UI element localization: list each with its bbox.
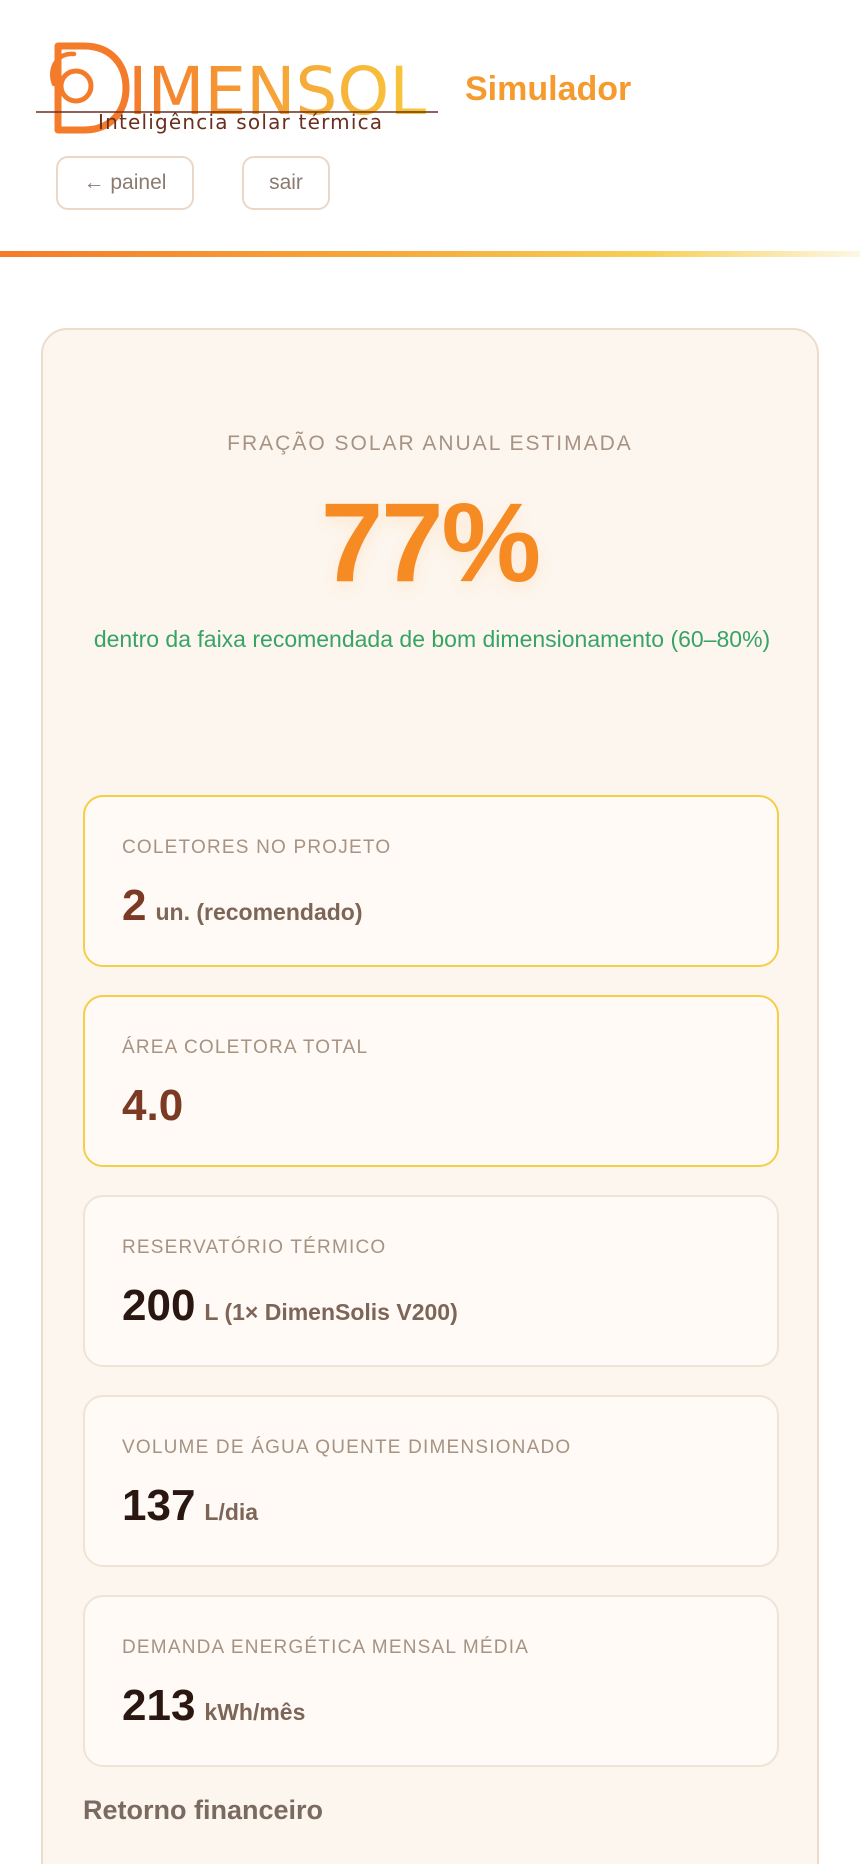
logout-button[interactable]: sair (242, 156, 330, 210)
metric-number: 137 (122, 1481, 196, 1530)
metric-value: 137 L/dia (122, 1481, 258, 1531)
metric-unit: kWh/mês (204, 1699, 306, 1725)
metric-number: 200 (122, 1281, 196, 1330)
simulation-result-card: FRAÇÃO SOLAR ANUAL ESTIMADA 77% dentro d… (41, 328, 819, 1864)
metric-value: 4.0 (122, 1081, 192, 1131)
solar-fraction-status: dentro da faixa recomendada de bom dimen… (93, 626, 771, 652)
metric-value: 213 kWh/mês (122, 1681, 305, 1731)
metric-unit: L (1× DimenSolis V200) (204, 1299, 458, 1325)
metric-number: 213 (122, 1681, 196, 1730)
solar-fraction-value: 77% (320, 480, 541, 605)
metric-card-hot-water-volume: VOLUME DE ÁGUA QUENTE DIMENSIONADO 137 L… (83, 1395, 779, 1567)
metric-label: ÁREA COLETORA TOTAL (122, 1037, 369, 1058)
metric-card-collector-area: ÁREA COLETORA TOTAL 4.0 (83, 995, 779, 1167)
header-accent-divider (0, 251, 860, 257)
metric-number: 2 (122, 881, 147, 930)
metric-unit: L/dia (204, 1499, 259, 1525)
metric-label: VOLUME DE ÁGUA QUENTE DIMENSIONADO (122, 1437, 572, 1458)
metric-value: 2 un. (recomendado) (122, 881, 363, 931)
metric-card-energy-demand: DEMANDA ENERGÉTICA MENSAL MÉDIA 213 kWh/… (83, 1595, 779, 1767)
back-to-panel-button[interactable]: ← painel (56, 156, 194, 210)
app-header: IMENSOL Inteligência solar térmica Simul… (0, 0, 860, 258)
metric-unit: un. (recomendado) (155, 899, 363, 925)
metric-label: COLETORES NO PROJETO (122, 837, 392, 858)
metric-value: 200 L (1× DimenSolis V200) (122, 1281, 458, 1331)
metric-label: DEMANDA ENERGÉTICA MENSAL MÉDIA (122, 1637, 530, 1658)
financial-return-heading: Retorno financeiro (83, 1795, 324, 1825)
metric-card-collectors: COLETORES NO PROJETO 2 un. (recomendado) (83, 795, 779, 967)
metric-number: 4.0 (122, 1081, 184, 1130)
metric-card-reservoir: RESERVATÓRIO TÉRMICO 200 L (1× DimenSoli… (83, 1195, 779, 1367)
solar-fraction-label: FRAÇÃO SOLAR ANUAL ESTIMADA (227, 432, 633, 455)
app-title: Simulador (465, 70, 632, 108)
metric-label: RESERVATÓRIO TÉRMICO (122, 1237, 387, 1258)
dimensol-logo: IMENSOL Inteligência solar térmica (36, 38, 438, 138)
logo-tagline: Inteligência solar térmica (98, 110, 384, 134)
